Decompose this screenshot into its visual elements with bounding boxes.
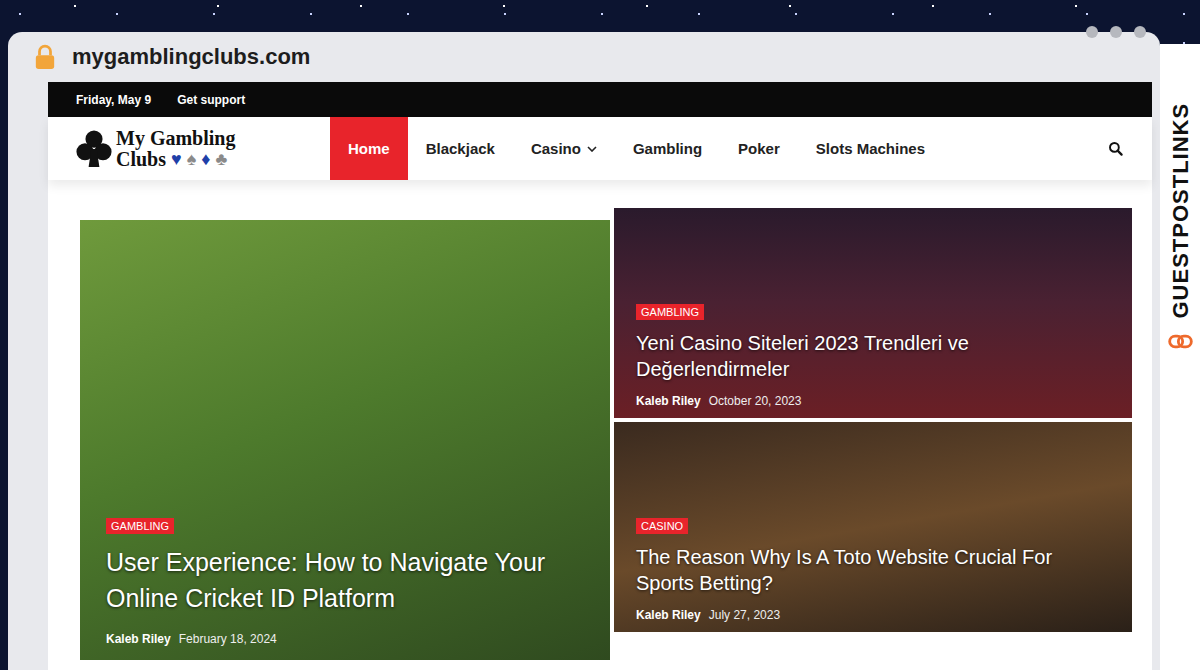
post-card[interactable]: GAMBLING Yeni Casino Siteleri 2023 Trendl… — [614, 208, 1132, 418]
post-date: October 20, 2023 — [709, 394, 802, 408]
post-date: February 18, 2024 — [179, 632, 277, 646]
url-text[interactable]: mygamblingclubs.com — [72, 44, 310, 70]
screenshot-stage: mygamblingclubs.com Friday, May 9 Get supp… — [0, 0, 1200, 670]
window-dot[interactable] — [1134, 26, 1146, 38]
post-title[interactable]: The Reason Why Is A Toto Website Crucial… — [636, 544, 1110, 596]
top-link[interactable]: Get support — [177, 93, 245, 107]
featured-posts: GAMBLING User Experience: How to Navigate… — [48, 180, 1152, 660]
suit-icon: ♥ — [171, 150, 182, 169]
post-author[interactable]: Kaleb Riley — [106, 632, 171, 646]
club-icon — [76, 129, 112, 169]
top-bar: Friday, May 9 Get support — [48, 82, 1152, 117]
post-author[interactable]: Kaleb Riley — [636, 608, 701, 622]
post-author[interactable]: Kaleb Riley — [636, 394, 701, 408]
post-meta: Kaleb Riley July 27, 2023 — [636, 608, 780, 622]
nav-item[interactable]: Home — [330, 117, 408, 180]
suit-icon: ♦ — [201, 150, 210, 169]
date-text: Friday, May 9 — [76, 93, 151, 107]
logo-text: My GamblingClubs ♥♠♦♣ — [116, 128, 235, 170]
web-page: Friday, May 9Get supportMy GamblingClubs… — [48, 82, 1152, 670]
logo-line: Clubs ♥♠♦♣ — [116, 149, 235, 170]
post-card[interactable]: CASINO The Reason Why Is A Toto Website C… — [614, 422, 1132, 632]
nav-item[interactable]: Blackjack — [408, 117, 513, 180]
window-dot[interactable] — [1110, 26, 1122, 38]
main-nav: Home Blackjack Casino Gambling Poker Slo… — [330, 117, 943, 180]
site-header: My GamblingClubs ♥♠♦♣Home Blackjack Casi… — [48, 117, 1152, 180]
nav-item[interactable]: Casino — [513, 117, 615, 180]
watermark: GUESTPOSTLINKS — [1161, 50, 1200, 355]
site-logo[interactable]: My GamblingClubs ♥♠♦♣ — [48, 117, 330, 180]
window-dot[interactable] — [1086, 26, 1098, 38]
nav-item[interactable]: Poker — [720, 117, 798, 180]
chevron-down-icon — [587, 146, 597, 152]
browser-window: mygamblingclubs.com Friday, May 9 Get supp… — [8, 32, 1160, 670]
nav-item[interactable]: Gambling — [615, 117, 720, 180]
side-posts: GAMBLING Yeni Casino Siteleri 2023 Trendl… — [614, 208, 1132, 660]
watermark-text: GUESTPOSTLINKS — [1168, 103, 1194, 319]
category-tag[interactable]: CASINO — [636, 518, 688, 534]
window-controls — [1086, 26, 1146, 38]
post-title[interactable]: Yeni Casino Siteleri 2023 Trendleri ve D… — [636, 330, 1110, 382]
category-tag[interactable]: GAMBLING — [106, 518, 174, 534]
chain-link-icon — [1168, 329, 1194, 355]
post-title[interactable]: User Experience: How to Navigate Your On… — [106, 544, 588, 617]
post-date: July 27, 2023 — [709, 608, 780, 622]
suit-icon: ♠ — [187, 150, 197, 169]
post-card[interactable]: GAMBLING User Experience: How to Navigate… — [80, 220, 610, 660]
post-meta: Kaleb Riley February 18, 2024 — [106, 632, 277, 646]
logo-line: My Gambling — [116, 128, 235, 149]
search-icon[interactable] — [1108, 141, 1124, 157]
address-bar: mygamblingclubs.com — [8, 32, 1160, 82]
suit-icon: ♣ — [215, 150, 227, 169]
category-tag[interactable]: GAMBLING — [636, 304, 704, 320]
nav-item[interactable]: Slots Machines — [798, 117, 943, 180]
post-meta: Kaleb Riley October 20, 2023 — [636, 394, 801, 408]
lock-icon — [34, 44, 56, 70]
